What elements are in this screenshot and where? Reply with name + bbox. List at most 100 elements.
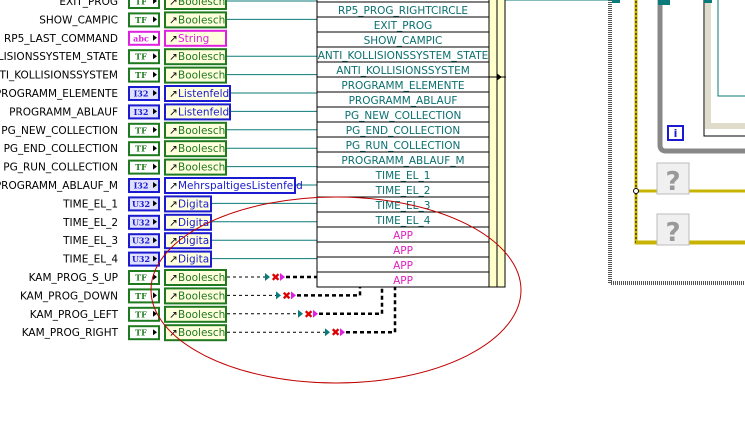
control-label: KOLLISIONSSYSTEM_STATE bbox=[0, 51, 118, 63]
terminal-icon[interactable]: TF bbox=[128, 159, 160, 175]
terminal-icon[interactable]: U32 bbox=[128, 214, 160, 230]
control-terminal-row[interactable]: ANTI_KOLLISIONSSYSTEM TF ↗Boolesch bbox=[0, 66, 227, 84]
bundle-by-name-node[interactable]: RP5_PROG_RIGHTCIRCLE EXIT_PROG SHOW_CAMPIC… bbox=[316, 0, 506, 288]
bundle-element[interactable]: APP bbox=[393, 275, 413, 287]
property-type: MehrspaltigesListenfeld bbox=[178, 180, 303, 192]
bundle-element[interactable]: APP bbox=[393, 245, 413, 257]
block-diagram: i ? ? ✖✖✖✖ EXIT_PROG TF ↗ BooleschSHOW_CAMP… bbox=[0, 0, 745, 384]
property-node[interactable]: ↗ Boolesch bbox=[164, 140, 227, 158]
question-mark-icon: ? bbox=[665, 218, 680, 248]
case-structure-frame[interactable] bbox=[634, 0, 745, 245]
bundle-element[interactable]: ANTI_KOLLISIONSSYSTEM_STATE bbox=[318, 50, 489, 62]
terminal-icon[interactable]: TF bbox=[128, 122, 160, 138]
bundle-element[interactable]: APP bbox=[393, 230, 413, 242]
bundle-element[interactable]: ANTI_KOLLISIONSSYSTEM bbox=[336, 65, 470, 77]
terminal-icon[interactable]: TF bbox=[128, 0, 160, 9]
property-node[interactable]: ↗ Boolesch bbox=[164, 269, 227, 286]
bundle-element[interactable]: APP bbox=[393, 260, 413, 272]
terminal-icon[interactable]: TF bbox=[128, 288, 160, 304]
property-type: Boolesch bbox=[178, 327, 225, 339]
terminal-icon[interactable]: TF bbox=[128, 141, 160, 157]
terminal-icon[interactable]: I32 bbox=[128, 178, 160, 193]
control-terminal-row[interactable]: EXIT_PROG TF ↗ Boolesch bbox=[59, 0, 227, 10]
control-label: TIME_EL_2 bbox=[62, 217, 118, 229]
terminal-icon[interactable]: TF bbox=[128, 49, 160, 65]
bundle-element[interactable]: PROGRAMM_ABLAUF_M bbox=[341, 155, 464, 167]
broken-wire[interactable] bbox=[319, 287, 384, 316]
control-terminal-row[interactable]: PG_RUN_COLLECTION TF ↗ Boolesch bbox=[3, 158, 227, 176]
bundle-element[interactable]: PROGRAMM_ABLAUF bbox=[349, 95, 458, 107]
control-terminal-row[interactable]: PG_NEW_COLLECTION TF ↗ Boolesch bbox=[1, 121, 227, 139]
bundle-element[interactable]: PG_RUN_COLLECTION bbox=[346, 140, 461, 152]
control-terminal-row[interactable]: TIME_EL_2 U32 ↗ Digital bbox=[62, 213, 212, 231]
control-terminal-row[interactable]: PG_END_COLLECTION TF ↗ Boolesch bbox=[4, 140, 227, 158]
control-terminal-row[interactable]: KAM_PROG_RIGHT TF ↗ Boolesch bbox=[22, 324, 227, 342]
control-terminal-row[interactable]: SHOW_CAMPIC TF ↗ Boolesch bbox=[39, 11, 227, 29]
control-terminal-row[interactable]: KAM_PROG_DOWN TF ↗ Boolesch bbox=[20, 287, 227, 305]
property-node[interactable]: ↗ Digital bbox=[164, 213, 212, 231]
property-node[interactable]: ↗ Boolesch bbox=[164, 158, 227, 176]
terminal-icon[interactable]: U32 bbox=[128, 251, 160, 267]
terminal-type: TF bbox=[135, 162, 147, 172]
property-node[interactable]: ↗ Listenfeld bbox=[164, 103, 231, 121]
terminal-icon[interactable]: U32 bbox=[128, 233, 160, 249]
bundle-element[interactable]: TIME_EL_4 bbox=[375, 215, 431, 227]
property-node[interactable]: ↗ Boolesch bbox=[164, 324, 227, 342]
property-type: Boolesch bbox=[178, 125, 225, 137]
property-node[interactable]: ↗ Boolesch bbox=[164, 0, 227, 10]
property-node[interactable]: ↗ Boolesch bbox=[164, 305, 227, 323]
terminal-icon[interactable]: TF bbox=[128, 67, 160, 83]
property-type: Boolesch bbox=[178, 309, 225, 321]
terminal-type: TF bbox=[135, 15, 147, 25]
terminal-icon[interactable]: TF bbox=[128, 12, 160, 28]
unknown-node[interactable]: ? bbox=[656, 162, 690, 197]
arrow-icon bbox=[313, 309, 318, 318]
bundle-element[interactable]: PG_END_COLLECTION bbox=[346, 125, 460, 137]
terminal-icon[interactable]: TF bbox=[128, 325, 160, 341]
bundle-element[interactable]: TIME_EL_1 bbox=[375, 170, 431, 182]
terminal-icon[interactable]: I32 bbox=[128, 104, 160, 120]
coercion-arrow-icon bbox=[276, 291, 281, 300]
reference-icon: ↗ bbox=[169, 217, 178, 229]
property-node[interactable]: ↗ Boolesch bbox=[164, 121, 227, 139]
property-node[interactable]: ↗ MehrspaltigesListenfeld bbox=[164, 177, 303, 194]
property-node[interactable]: ↗ Boolesch bbox=[164, 48, 227, 66]
bundle-element[interactable]: RP5_PROG_RIGHTCIRCLE bbox=[338, 5, 468, 17]
control-terminal-row[interactable]: TIME_EL_4 U32 ↗ Digital bbox=[62, 250, 212, 268]
property-node[interactable]: ↗ Digital bbox=[164, 232, 212, 250]
iteration-terminal: i bbox=[667, 125, 684, 141]
bundle-element[interactable]: PG_NEW_COLLECTION bbox=[345, 110, 462, 122]
property-node[interactable]: ↗ String bbox=[164, 29, 227, 47]
bundle-element[interactable]: SHOW_CAMPIC bbox=[364, 35, 443, 47]
bundle-element[interactable]: EXIT_PROG bbox=[374, 20, 433, 32]
property-node[interactable]: ↗ Boolesch bbox=[164, 66, 227, 84]
control-terminal-row[interactable]: PROGRAMM_ELEMENTE I32 ↗ Listenfeld bbox=[0, 85, 231, 102]
control-terminal-row[interactable]: TIME_EL_3 U32 ↗ Digital bbox=[62, 232, 212, 250]
property-node[interactable]: ↗ Listenfeld bbox=[164, 85, 231, 102]
broken-wire[interactable] bbox=[346, 287, 397, 334]
control-terminal-row[interactable]: KAM_PROG_S_UP TF ↗ Boolesch bbox=[29, 269, 227, 286]
arrow-icon bbox=[340, 328, 345, 337]
broken-wire[interactable] bbox=[297, 287, 362, 297]
terminal-icon[interactable]: U32 bbox=[128, 196, 160, 212]
bundle-element[interactable]: TIME_EL_3 bbox=[375, 200, 431, 212]
property-node[interactable]: ↗ Digital bbox=[164, 250, 212, 268]
control-terminal-row[interactable]: PROGRAMM_ABLAUF I32 ↗ Listenfeld bbox=[9, 103, 231, 121]
control-terminal-row[interactable]: PROGRAMM_ABLAUF_M I32 ↗ MehrspaltigesListen… bbox=[0, 177, 303, 194]
control-terminal-row[interactable]: TIME_EL_1 U32 ↗ Digital bbox=[62, 195, 212, 213]
terminal-icon[interactable]: abc bbox=[128, 30, 160, 46]
bundle-element[interactable]: PROGRAMM_ELEMENTE bbox=[341, 80, 464, 92]
control-terminal-row[interactable]: RP5_LAST_COMMAND abc ↗ String bbox=[4, 29, 227, 47]
property-node[interactable]: ↗ Boolesch bbox=[164, 11, 227, 29]
property-node[interactable]: ↗ Digital bbox=[164, 195, 212, 213]
control-terminal-row[interactable]: KAM_PROG_LEFT TF ↗ Boolesch bbox=[30, 305, 227, 323]
broken-wire[interactable] bbox=[286, 275, 322, 287]
control-terminal-row[interactable]: KOLLISIONSSYSTEM_STATE TF ↗Boolesch bbox=[0, 48, 227, 66]
terminal-icon[interactable]: I32 bbox=[128, 86, 160, 101]
terminal-type: U32 bbox=[132, 199, 150, 209]
unknown-node[interactable]: ? bbox=[656, 213, 690, 248]
terminal-icon[interactable]: TF bbox=[128, 306, 160, 322]
property-node[interactable]: ↗ Boolesch bbox=[164, 287, 227, 305]
reference-icon: ↗ bbox=[169, 290, 178, 302]
bundle-element[interactable]: TIME_EL_2 bbox=[375, 185, 431, 197]
